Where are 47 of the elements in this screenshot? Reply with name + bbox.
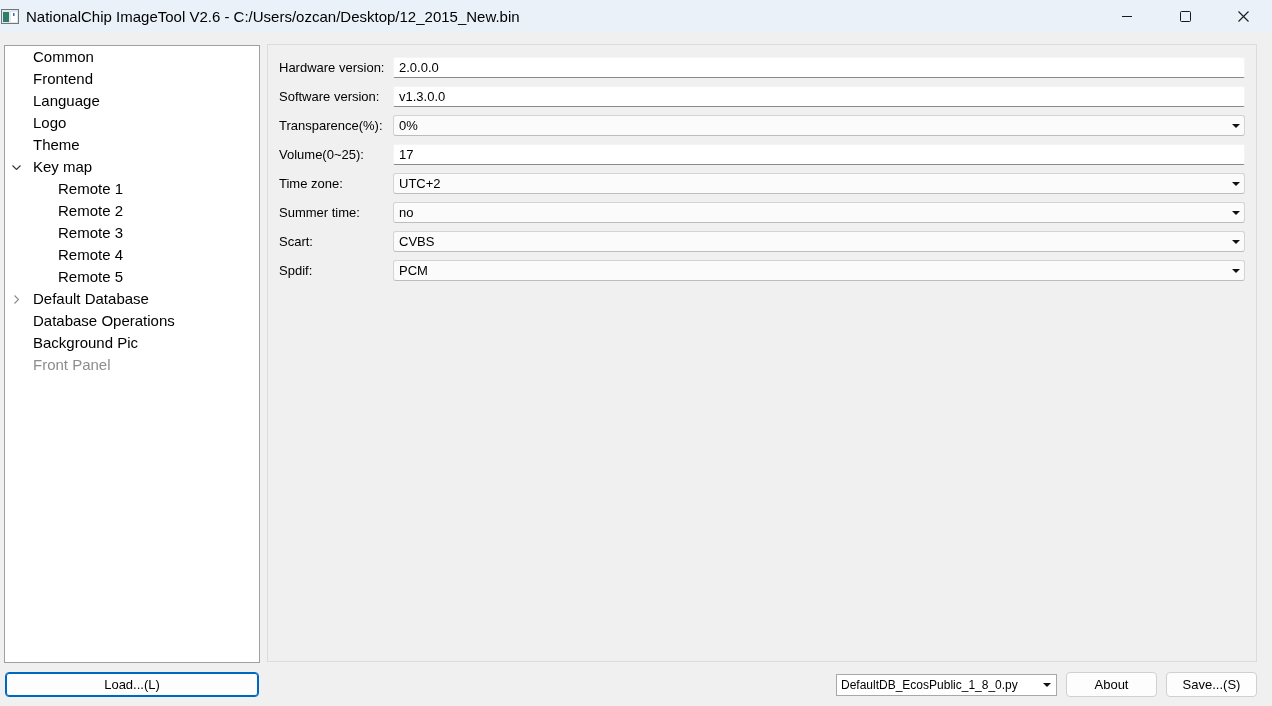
tree-item[interactable]: Remote 5	[58, 268, 124, 286]
tree-item[interactable]: Remote 2	[58, 202, 124, 220]
window-title: NationalChip ImageTool V2.6 - C:/Users/ozcan/Desktop/12_2015_New.bin	[26, 7, 520, 25]
chevron-down-icon[interactable]	[12, 164, 21, 170]
tree-item[interactable]: Default Database	[33, 290, 149, 308]
dropdown-arrow-icon	[1232, 210, 1240, 215]
load-button[interactable]: Load...(L)	[5, 672, 259, 697]
maximize-icon	[1179, 10, 1191, 22]
text-field[interactable]: v1.3.0.0	[393, 86, 1245, 107]
about-button[interactable]: About	[1066, 672, 1157, 697]
field-label: Summer time:	[279, 205, 361, 220]
tree-item[interactable]: Key map	[33, 158, 93, 176]
field-label: Volume(0~25):	[279, 147, 365, 162]
tree-item[interactable]: Remote 4	[58, 246, 124, 264]
field-label: Spdif:	[279, 263, 314, 278]
dropdown-arrow-icon	[1232, 268, 1240, 273]
tree-item[interactable]: Remote 1	[58, 180, 124, 198]
field-label: Software version:	[279, 89, 381, 104]
tree-item[interactable]: Common	[33, 48, 94, 66]
dropdown[interactable]: 0%	[393, 115, 1245, 136]
dropdown[interactable]: PCM	[393, 260, 1245, 281]
tree-item[interactable]: Background Pic	[33, 334, 139, 352]
dropdown-arrow-icon	[1043, 683, 1051, 687]
close-icon	[1237, 10, 1249, 22]
dropdown[interactable]: UTC+2	[393, 173, 1245, 194]
field-label: Transparence(%):	[279, 118, 384, 133]
dropdown-arrow-icon	[1232, 123, 1240, 128]
dropdown-arrow-icon	[1232, 239, 1240, 244]
save-button[interactable]: Save...(S)	[1166, 672, 1257, 697]
text-field[interactable]: 17	[393, 144, 1245, 165]
minimize-icon	[1122, 15, 1132, 17]
chevron-right-icon[interactable]	[14, 294, 19, 304]
tree-item[interactable]: Frontend	[33, 70, 94, 88]
tree-item[interactable]: Logo	[33, 114, 67, 132]
script-dropdown[interactable]: DefaultDB_EcosPublic_1_8_0.py	[836, 674, 1057, 696]
app-icon	[1, 8, 19, 24]
text-field[interactable]: 2.0.0.0	[393, 57, 1245, 78]
field-label: Hardware version:	[279, 60, 386, 75]
dropdown[interactable]: no	[393, 202, 1245, 223]
dropdown-arrow-icon	[1232, 181, 1240, 186]
field-label: Time zone:	[279, 176, 344, 191]
tree-item[interactable]: Theme	[33, 136, 80, 154]
field-label: Scart:	[279, 234, 314, 249]
dropdown[interactable]: CVBS	[393, 231, 1245, 252]
tree-item[interactable]: Database Operations	[33, 312, 175, 330]
tree-item[interactable]: Remote 3	[58, 224, 124, 242]
tree-item[interactable]: Language	[33, 92, 100, 110]
